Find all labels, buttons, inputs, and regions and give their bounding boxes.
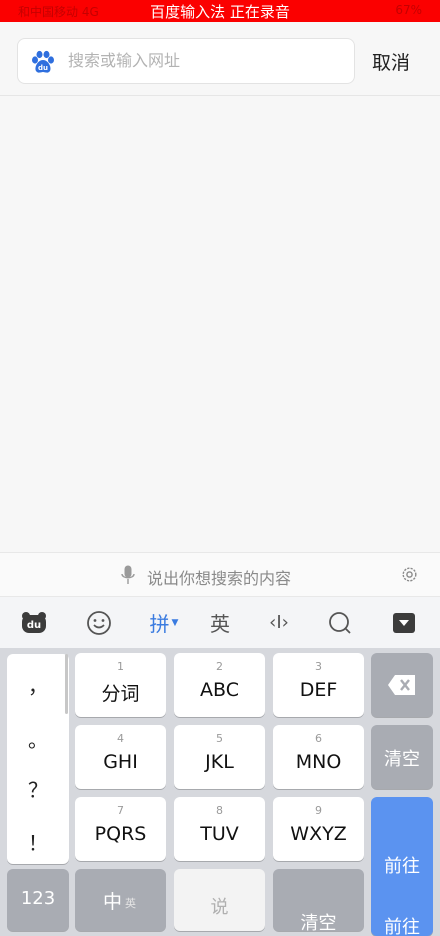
key-label: TUV [200,823,239,845]
chinese-label: 中 [103,891,123,913]
key-2[interactable]: 2 ABC [174,653,265,717]
page: 和中国移动 4G 百度输入法 正在录音 67% du 搜索或输入网址 取消 说出… [0,0,440,936]
search-icon [329,611,351,634]
key-8[interactable]: 8 TUV [174,797,265,861]
settings-gear-icon[interactable] [401,566,418,583]
status-bar: 和中国移动 4G 百度输入法 正在录音 67% [0,0,440,22]
backspace-icon [388,675,415,695]
search-button[interactable] [320,597,360,648]
pinyin-label: 拼 [149,612,170,636]
baidu-paw-icon: du [32,50,54,73]
punct-question[interactable]: ？ [7,774,69,803]
key-number: 3 [315,660,322,673]
key-4[interactable]: 4 GHI [75,725,166,789]
key-number: 1 [117,660,124,673]
english-small-label: 英 [125,897,136,910]
key-1[interactable]: 1 分词 [75,653,166,717]
battery-level: 67% [395,3,422,17]
key-3[interactable]: 3 DEF [273,653,364,717]
key-label: PQRS [94,823,147,845]
bottom-clear-label: 清空 [300,913,337,934]
key-number: 5 [216,732,223,745]
key-number: 7 [117,804,124,817]
svg-text:du: du [38,64,48,72]
key-label: MNO [295,751,342,773]
key-label: DEF [299,679,338,701]
english-label: 英 [210,612,230,636]
search-box[interactable]: du 搜索或输入网址 [17,38,355,84]
go-label-echo: 前往 [384,917,420,936]
baidu-logo-button[interactable]: du [14,597,54,648]
go-button[interactable]: 前往 前往 [371,797,433,936]
emoji-button[interactable] [78,597,120,648]
pinyin-mode-button[interactable]: 拼 ▼ [140,597,188,648]
punct-comma[interactable]: ， [7,670,69,699]
key-number: 2 [216,660,223,673]
content-area [0,97,440,552]
keyboard: ， 。 ？ ！ 1 分词 2 ABC 3 DEF 4 GHI 5 JKL 6 M… [0,648,440,936]
go-label: 前往 [384,856,420,877]
key-label: GHI [103,751,138,773]
collapse-keyboard-icon [393,612,415,633]
recording-banner[interactable]: 百度输入法 正在录音 [0,1,440,22]
clear-label: 清空 [384,749,420,770]
numbers-label: 123 [20,888,56,909]
clear-button[interactable]: 清空 [371,725,433,789]
voice-hint: 说出你想搜索的内容 [147,569,292,588]
voice-search-bar[interactable]: 说出你想搜索的内容 [0,552,440,597]
key-7[interactable]: 7 PQRS [75,797,166,861]
voice-label: 说 [210,897,229,918]
key-label: ABC [200,679,239,701]
punct-exclaim[interactable]: ！ [7,827,69,856]
bottom-clear-button[interactable]: 清空 [273,869,364,934]
english-mode-button[interactable]: 英 [202,597,238,648]
voice-space-button[interactable]: 说 [174,869,265,931]
cancel-button[interactable]: 取消 [372,48,410,75]
punctuation-list[interactable]: ， 。 ？ ！ [7,654,69,864]
baidu-bear-icon: du [22,611,46,633]
microphone-icon [121,565,135,584]
key-number: 9 [315,804,322,817]
key-label: 分词 [101,683,140,705]
key-label: WXYZ [290,823,347,845]
key-6[interactable]: 6 MNO [273,725,364,789]
cursor-icon: ‹I› [269,612,289,633]
key-number: 4 [117,732,124,745]
key-number: 8 [216,804,223,817]
hide-keyboard-button[interactable] [384,597,424,648]
search-input[interactable]: 搜索或输入网址 [68,39,180,83]
language-switch-button[interactable]: 中 英 [75,869,166,931]
punct-period[interactable]: 。 [7,724,69,753]
backspace-button[interactable] [371,653,433,717]
key-5[interactable]: 5 JKL [174,725,265,789]
svg-text:du: du [27,620,41,631]
cursor-move-button[interactable]: ‹I› [258,597,300,648]
search-header: du 搜索或输入网址 取消 [0,22,440,96]
keyboard-toolbar: du 拼 ▼ 英 ‹I› [0,597,440,648]
key-label: JKL [205,751,234,773]
key-9[interactable]: 9 WXYZ [273,797,364,861]
emoji-smile-icon [87,610,111,635]
key-number: 6 [315,732,322,745]
numbers-button[interactable]: 123 [7,869,69,931]
dropdown-triangle-icon: ▼ [171,617,179,628]
punctuation-scrollbar [65,654,68,714]
